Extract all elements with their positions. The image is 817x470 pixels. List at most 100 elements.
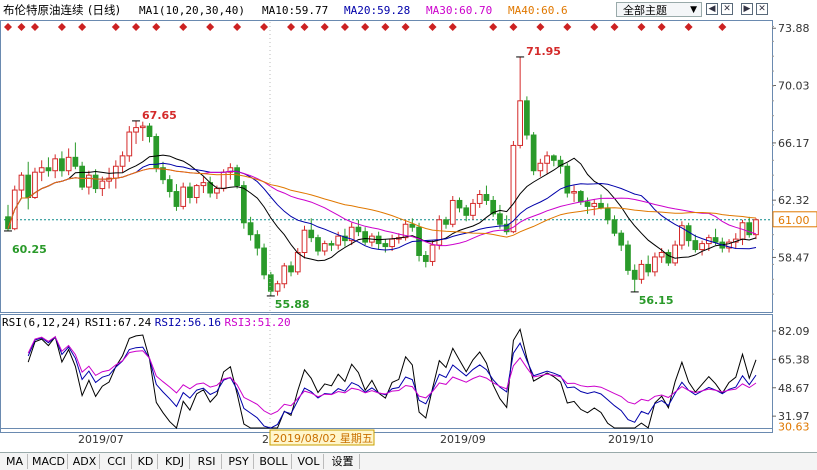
candle-down (409, 223, 416, 228)
candle-up (591, 202, 598, 207)
event-marker (657, 23, 666, 31)
event-marker (536, 23, 545, 31)
candle-up (517, 100, 524, 146)
rsi2-value: RSI2:56.16 (154, 316, 221, 329)
event-marker (684, 23, 693, 31)
candle-down (443, 219, 449, 225)
candle-up (281, 265, 288, 285)
candle-down (645, 263, 652, 273)
candle-up (301, 229, 308, 254)
tab-ma[interactable]: MA (2, 454, 28, 469)
theme-select[interactable]: 全部主题 ▼ (616, 2, 702, 17)
rsi-tick-label: 48.67 (778, 382, 810, 395)
price-tick-label: 58.47 (778, 251, 810, 264)
close-icon[interactable]: ✕ (721, 3, 733, 15)
event-marker (111, 23, 120, 31)
next-arrow-icon[interactable]: ▶ (741, 3, 753, 15)
candle-down (497, 213, 503, 225)
date-label-jul: 2019/07 (78, 433, 124, 446)
candle-down (712, 237, 719, 243)
close-panel-icon[interactable]: ✕ (756, 3, 768, 15)
event-marker (179, 23, 188, 31)
candle-down (72, 156, 79, 167)
candle-down (92, 174, 99, 190)
tab-kd[interactable]: KD (134, 454, 158, 469)
candle-up (335, 235, 342, 246)
ma-line-ma40 (7, 168, 757, 238)
candle-down (550, 155, 557, 161)
candle-up (86, 174, 92, 188)
price-tick-label: 66.17 (778, 137, 810, 150)
current-price-label: 61.00 (778, 214, 810, 227)
prev-arrow-icon[interactable]: ◀ (706, 3, 718, 15)
candle-down (456, 199, 463, 209)
candle-up (537, 162, 544, 172)
event-marker (57, 23, 66, 31)
candle-down (240, 185, 247, 224)
rsi-panel-frame (0, 314, 773, 433)
candle-down (564, 165, 571, 194)
tab-adx[interactable]: ADX (70, 454, 100, 469)
candle-up (112, 165, 119, 179)
tab-cci[interactable]: CCI (102, 454, 132, 469)
tab-settings[interactable]: 设置 (326, 454, 360, 469)
rsi-header: RSI(6,12,24) RSI1:67.24 RSI2:56.16 RSI3:… (2, 316, 291, 329)
candle-down (146, 125, 153, 138)
event-marker (206, 23, 215, 31)
date-label-sep: 2019/09 (440, 433, 486, 446)
candle-down (631, 269, 638, 280)
chart-header: 布伦特原油连续 (日线) MA1(10,20,30,40) MA10:59.77… (0, 0, 817, 20)
candle-down (254, 234, 261, 249)
candle-down (611, 219, 618, 234)
candle-up (652, 256, 658, 273)
event-marker (78, 23, 87, 31)
candle-up (672, 244, 678, 264)
candle-down (288, 265, 294, 273)
candle-down (45, 167, 52, 172)
low-annotation-2: 55.88 (275, 298, 310, 311)
period-label: (日线) (88, 3, 120, 17)
tab-vol[interactable]: VOL (294, 454, 324, 469)
tab-kdj[interactable]: KDJ (160, 454, 190, 469)
candle-down (153, 136, 160, 169)
event-marker (361, 23, 370, 31)
tab-boll[interactable]: BOLL (256, 454, 292, 469)
theme-select-label: 全部主题 (623, 4, 667, 17)
candle-up (193, 185, 200, 198)
candle-down (267, 274, 274, 292)
candle-down (524, 100, 530, 136)
rsi-line-rsi3 (27, 335, 757, 415)
candle-down (625, 244, 631, 271)
crosshair-prefix: 2 (262, 433, 269, 446)
candle-up (436, 219, 443, 246)
price-tick-label: 73.88 (778, 22, 810, 35)
candle-down (483, 194, 490, 201)
candle-down (577, 191, 584, 203)
high-annotation-1: 67.65 (142, 109, 177, 122)
candle-down (247, 222, 254, 236)
ma40-value: MA40:60.6 (508, 4, 568, 17)
tab-rsi[interactable]: RSI (192, 454, 222, 469)
event-marker (340, 23, 349, 31)
tab-psy[interactable]: PSY (224, 454, 254, 469)
event-marker (260, 23, 269, 31)
event-marker (381, 23, 390, 31)
event-marker (610, 23, 619, 31)
candle-up (274, 283, 281, 292)
candle-down (584, 201, 591, 207)
candle-down (166, 179, 173, 193)
date-label-oct: 2019/10 (608, 433, 654, 446)
candle-up (52, 158, 59, 172)
ma-line-ma20 (7, 162, 757, 251)
tab-macd[interactable]: MACD (30, 454, 68, 469)
candle-up (214, 188, 220, 194)
event-marker (718, 23, 727, 31)
event-marker (30, 23, 39, 31)
low-annotation-1: 60.25 (12, 243, 47, 256)
candle-up (119, 155, 126, 167)
candle-up (133, 127, 139, 133)
candle-up (476, 194, 483, 204)
candle-down (261, 247, 267, 276)
candle-down (598, 202, 604, 209)
event-marker (637, 23, 646, 31)
